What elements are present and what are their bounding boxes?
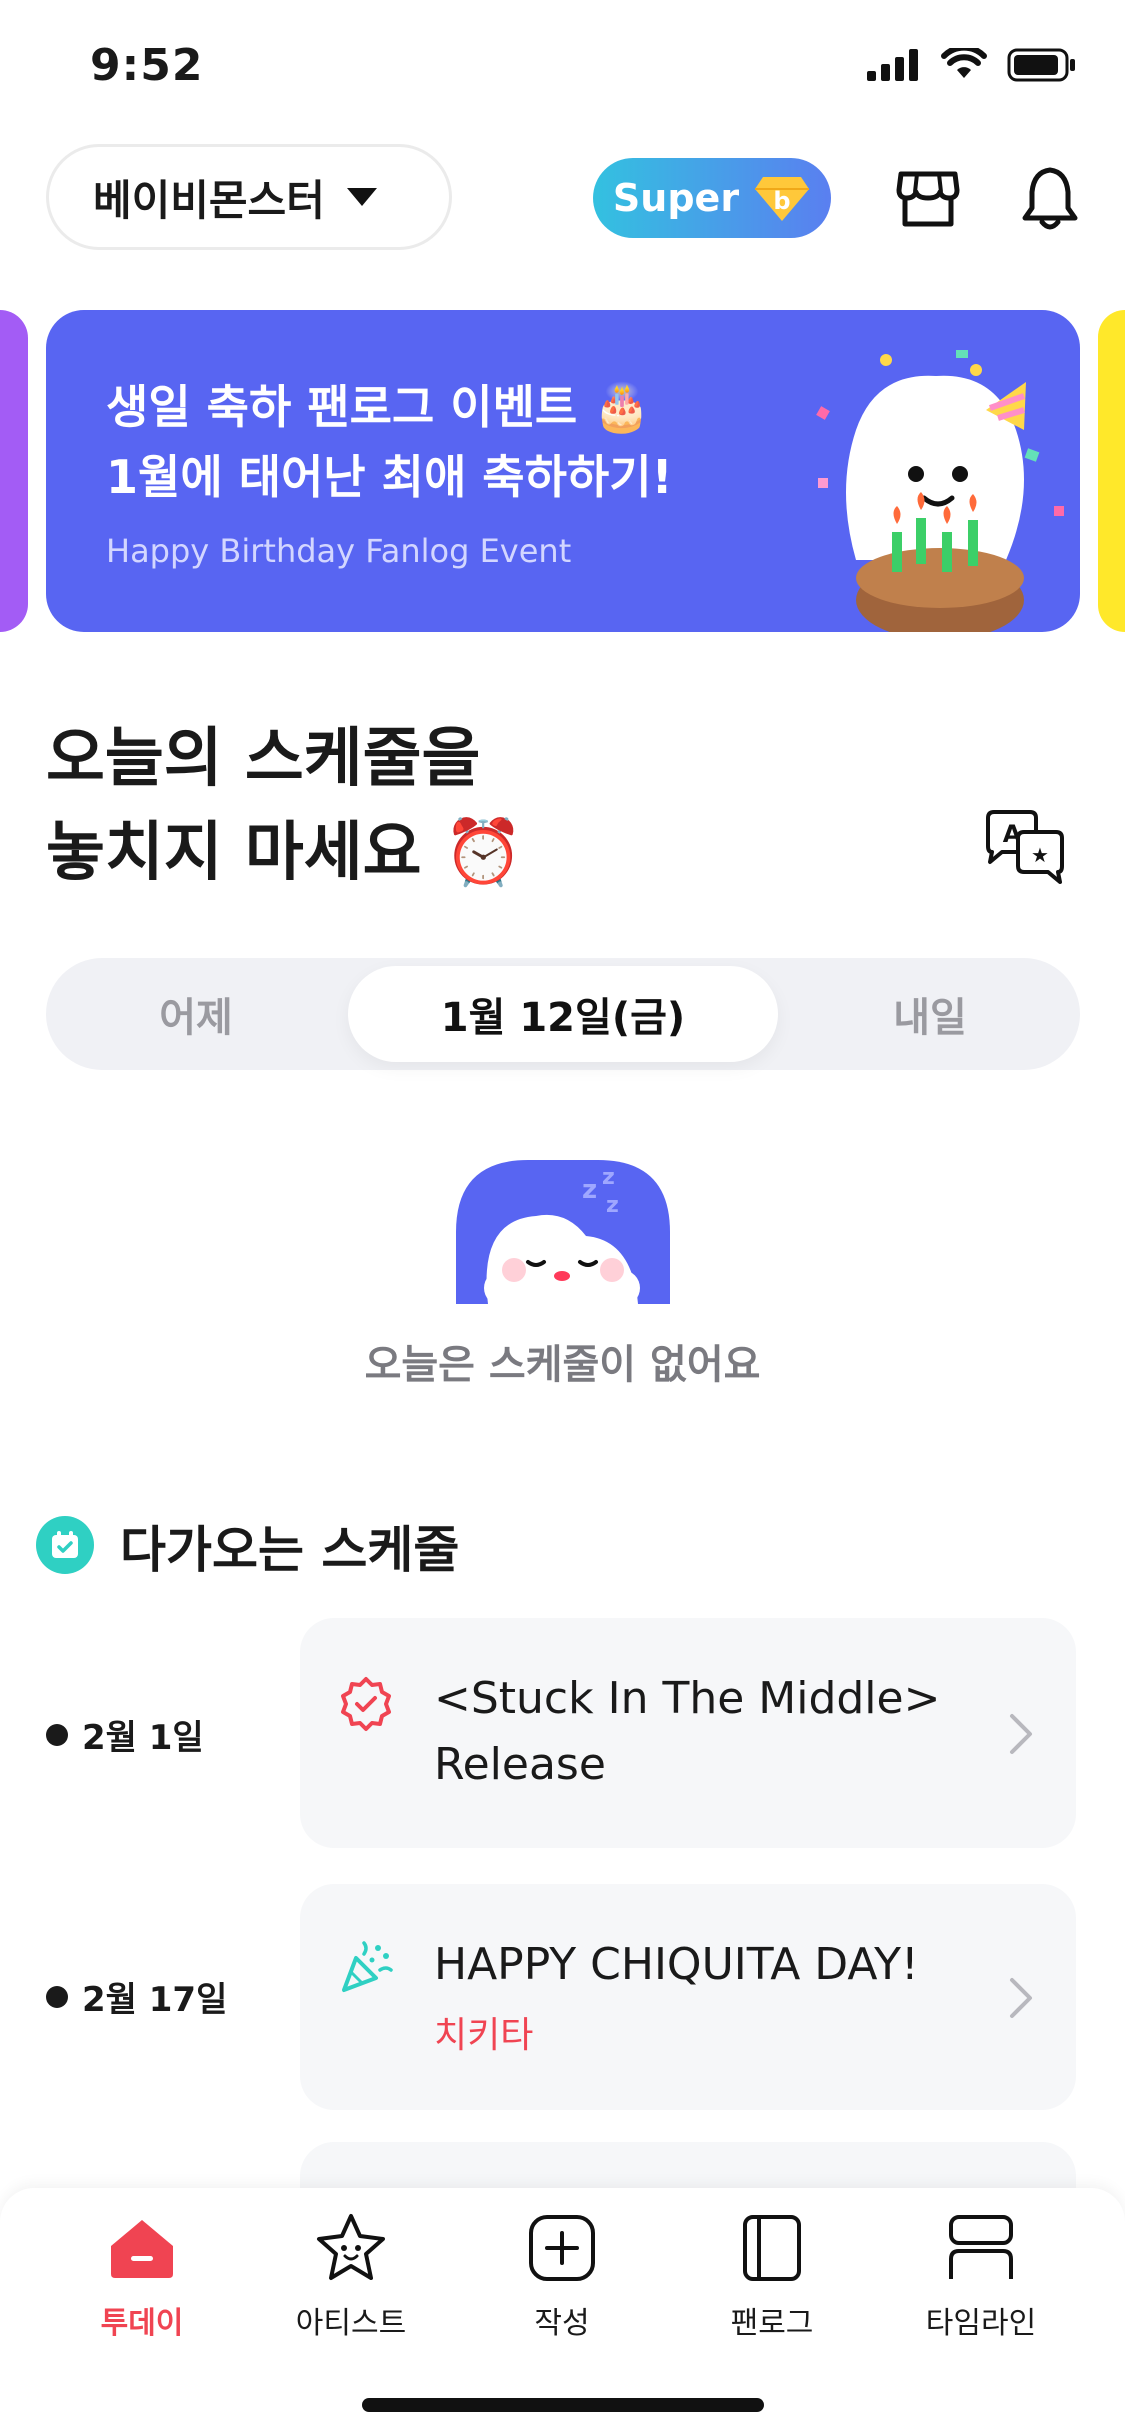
tab-tomorrow[interactable]: 내일 bbox=[780, 958, 1080, 1070]
translate-icon[interactable]: A ★ bbox=[980, 808, 1066, 888]
nav-today[interactable]: 투데이 bbox=[62, 2208, 222, 2342]
group-selector[interactable]: 베이비몬스터 bbox=[46, 144, 452, 250]
svg-text:b: b bbox=[773, 187, 790, 215]
banner-subtitle: Happy Birthday Fanlog Event bbox=[106, 532, 572, 570]
banner-peek-next[interactable] bbox=[1098, 310, 1125, 632]
birthday-mascot-icon bbox=[816, 350, 1064, 632]
svg-text:z: z bbox=[582, 1175, 597, 1205]
status-icons bbox=[867, 48, 1077, 82]
status-time: 9:52 bbox=[90, 40, 204, 91]
banner-peek-prev[interactable] bbox=[0, 310, 28, 632]
upcoming-title: 다가오는 스케줄 bbox=[120, 1521, 460, 1579]
home-icon bbox=[102, 2208, 182, 2288]
book-icon bbox=[732, 2208, 812, 2288]
tab-today[interactable]: 1월 12일(금) bbox=[348, 966, 778, 1062]
empty-schedule-text: 오늘은 스케줄이 없어요 bbox=[364, 1342, 761, 1388]
plus-square-icon bbox=[522, 2208, 602, 2288]
schedule-title: HAPPY CHIQUITA DAY! bbox=[434, 1939, 919, 1990]
svg-text:★: ★ bbox=[1031, 843, 1049, 867]
nav-timeline[interactable]: 타임라인 bbox=[901, 2208, 1061, 2342]
release-badge-icon bbox=[341, 1677, 391, 1731]
svg-text:z: z bbox=[606, 1193, 619, 1218]
svg-text:z: z bbox=[602, 1165, 615, 1190]
schedule-card[interactable]: <Stuck In The Middle> Release bbox=[300, 1618, 1076, 1848]
caret-down-icon bbox=[346, 188, 377, 206]
tab-yesterday[interactable]: 어제 bbox=[46, 958, 346, 1070]
schedule-date: 2월 1일 bbox=[46, 1710, 204, 1759]
super-button[interactable]: Super b bbox=[593, 158, 831, 238]
super-label: Super bbox=[612, 176, 740, 220]
today-section-title: 오늘의 스케줄을 놓치지 마세요 ⏰ bbox=[46, 722, 524, 890]
schedule-artist: 치키타 bbox=[434, 2015, 534, 2056]
home-indicator[interactable] bbox=[362, 2398, 764, 2412]
schedule-card[interactable]: HAPPY CHIQUITA DAY! 치키타 bbox=[300, 1884, 1076, 2110]
signal-icon bbox=[867, 49, 918, 81]
party-popper-icon bbox=[342, 1941, 393, 1992]
bell-icon[interactable] bbox=[1012, 160, 1088, 236]
wifi-icon bbox=[941, 48, 987, 78]
nav-fanlog[interactable]: 팬로그 bbox=[692, 2208, 852, 2342]
banner-title: 생일 축하 팬로그 이벤트 🎂 1월에 태어난 최애 축하하기! bbox=[106, 380, 673, 504]
nav-write[interactable]: 작성 bbox=[482, 2208, 642, 2342]
sleeping-mascot-icon: z z z bbox=[456, 1160, 670, 1304]
shop-icon[interactable] bbox=[890, 160, 966, 236]
diamond-badge-icon: b bbox=[755, 177, 810, 221]
timeline-icon bbox=[941, 2208, 1021, 2288]
schedule-title: <Stuck In The Middle> Release bbox=[434, 1673, 941, 1790]
day-tabs: 어제 1월 12일(금) 내일 bbox=[46, 958, 1080, 1070]
battery-icon bbox=[1007, 48, 1075, 82]
group-name: 베이비몬스터 bbox=[93, 175, 325, 225]
chevron-right-icon bbox=[1010, 1714, 1032, 1754]
star-face-icon bbox=[311, 2208, 391, 2288]
event-banner[interactable]: 생일 축하 팬로그 이벤트 🎂 1월에 태어난 최애 축하하기! Happy B… bbox=[46, 310, 1080, 632]
nav-artist[interactable]: 아티스트 bbox=[271, 2208, 431, 2342]
date-dot bbox=[46, 1985, 68, 2008]
chevron-right-icon bbox=[1010, 1978, 1032, 2018]
schedule-date: 2월 17일 bbox=[46, 1972, 227, 2021]
calendar-check-icon bbox=[36, 1516, 94, 1574]
date-dot bbox=[46, 1723, 68, 1746]
